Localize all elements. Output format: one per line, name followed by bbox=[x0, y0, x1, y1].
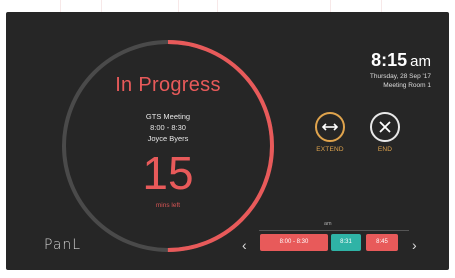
clock-date: Thursday, 28 Sep '17 bbox=[369, 73, 431, 80]
room-booking-panel: In Progress GTS Meeting 8:00 - 8:30 Joyc… bbox=[6, 12, 449, 270]
minutes-left-value: 15 bbox=[142, 147, 194, 199]
end-button[interactable]: END bbox=[365, 112, 405, 153]
minutes-left-label: mins left bbox=[155, 202, 181, 209]
meeting-status: In Progress bbox=[115, 74, 221, 96]
timeline-slot-booked[interactable]: 8:45 bbox=[366, 234, 398, 251]
brand-logo: PanL bbox=[44, 236, 92, 256]
end-label: END bbox=[377, 146, 393, 153]
progress-ring bbox=[62, 40, 274, 252]
meeting-time-range: 8:00 - 8:30 bbox=[150, 123, 186, 132]
timeline-label: am bbox=[324, 221, 332, 227]
meeting-organizer: Joyce Byers bbox=[147, 134, 189, 143]
timeline-slot-current[interactable]: 8:00 - 8:30 bbox=[260, 234, 328, 251]
clock-time: 8:15 bbox=[371, 50, 408, 70]
svg-text:PanL: PanL bbox=[44, 237, 81, 252]
close-icon[interactable] bbox=[370, 112, 400, 142]
extend-label: EXTEND bbox=[316, 146, 344, 153]
clock-panel: 8:15 am Thursday, 28 Sep '17 Meeting Room… bbox=[370, 50, 431, 89]
current-time: 8:15 am bbox=[370, 50, 431, 71]
meeting-title: GTS Meeting bbox=[145, 112, 191, 121]
extend-button[interactable]: EXTEND bbox=[310, 112, 350, 153]
timeline-track bbox=[259, 230, 409, 231]
chevron-left-icon[interactable]: ‹ bbox=[242, 237, 247, 253]
chevron-right-icon[interactable]: › bbox=[412, 237, 417, 253]
clock-ampm: am bbox=[410, 53, 431, 70]
timeline-slot-available[interactable]: 8:31 bbox=[331, 234, 361, 251]
extend-icon[interactable] bbox=[315, 112, 345, 142]
room-name: Meeting Room 1 bbox=[383, 82, 431, 89]
